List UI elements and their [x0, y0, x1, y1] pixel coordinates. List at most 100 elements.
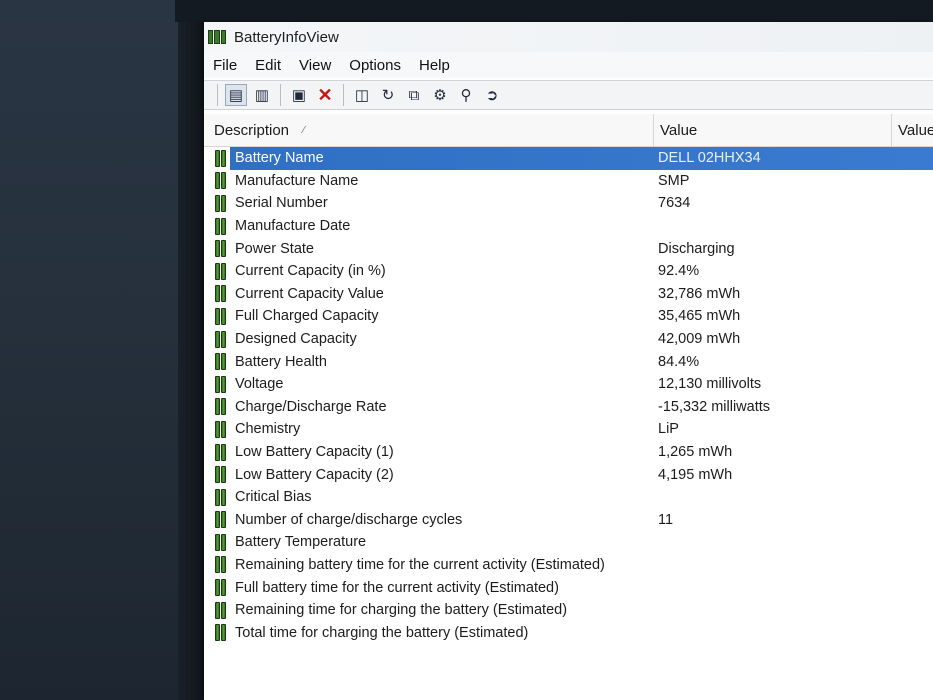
menu-view[interactable]: View	[290, 57, 340, 74]
column-value-label: Value	[660, 121, 698, 139]
row-description: Low Battery Capacity (1)	[235, 444, 394, 461]
row-value: 7634	[658, 195, 691, 212]
table-row[interactable]: Charge/Discharge Rate -15,332 milliwatts	[204, 396, 933, 419]
battery-icon	[215, 601, 226, 619]
row-value: 42,009 mWh	[658, 331, 741, 348]
row-value: 84.4%	[658, 353, 700, 370]
save-icon[interactable]: ◫	[351, 84, 373, 106]
rows-container: Battery Name DELL 02HHX34 Manufacture Name…	[204, 147, 933, 644]
battery-icon	[215, 330, 226, 348]
row-description: Chemistry	[235, 421, 301, 438]
table-row[interactable]: Chemistry LiP	[204, 418, 933, 441]
row-value: 4,195 mWh	[658, 466, 733, 483]
table-row[interactable]: Low Battery Capacity (2) 4,195 mWh	[204, 463, 933, 486]
row-description: Full battery time for the current activi…	[235, 579, 559, 596]
row-value: 12,130 millivolts	[658, 376, 762, 393]
battery-icon	[215, 353, 226, 371]
row-description: Battery Temperature	[235, 534, 367, 551]
delete-icon[interactable]: ✕	[314, 84, 336, 106]
table-row[interactable]: Full Charged Capacity 35,465 mWh	[204, 305, 933, 328]
battery-info-list[interactable]: Description ⁄ Value Value Battery Name DE…	[204, 114, 933, 700]
table-row[interactable]: Critical Bias	[204, 486, 933, 509]
battery-icon	[215, 194, 226, 212]
row-description: Current Capacity Value	[235, 285, 384, 302]
table-row[interactable]: Battery Health 84.4%	[204, 350, 933, 373]
column-value[interactable]: Value	[654, 114, 892, 146]
column-description[interactable]: Description ⁄	[208, 114, 654, 146]
window-title: BatteryInfoView	[234, 28, 339, 46]
row-value: SMP	[658, 172, 690, 189]
battery-icon	[215, 511, 226, 529]
sort-arrow-icon: ⁄	[303, 124, 305, 136]
table-row[interactable]: Designed Capacity 42,009 mWh	[204, 328, 933, 351]
options-icon[interactable]: ⚙	[429, 84, 451, 106]
table-row[interactable]: Remaining time for charging the battery …	[204, 599, 933, 622]
battery-icon	[215, 285, 226, 303]
row-description: Voltage	[235, 376, 284, 393]
row-description: Designed Capacity	[235, 331, 357, 348]
row-description: Power State	[235, 240, 314, 257]
toolbar-separator	[217, 84, 218, 106]
row-description: Critical Bias	[235, 489, 312, 506]
text-report-icon[interactable]: ▥	[251, 84, 273, 106]
title-bar[interactable]: BatteryInfoView	[204, 22, 933, 52]
menu-options[interactable]: Options	[340, 57, 410, 74]
table-row[interactable]: Power State Discharging	[204, 237, 933, 260]
battery-icon	[215, 466, 226, 484]
menu-bar: File Edit View Options Help	[204, 52, 933, 78]
row-value: LiP	[658, 421, 679, 438]
table-row[interactable]: Current Capacity Value 32,786 mWh	[204, 283, 933, 306]
battery-icon	[215, 579, 226, 597]
row-value: 92.4%	[658, 263, 700, 280]
table-row[interactable]: Remaining battery time for the current a…	[204, 554, 933, 577]
row-value: Discharging	[658, 240, 735, 257]
row-description: Total time for charging the battery (Est…	[235, 624, 529, 641]
html-report-icon[interactable]: ▤	[225, 84, 247, 106]
row-value: -15,332 milliwatts	[658, 398, 771, 415]
row-description: Serial Number	[235, 195, 328, 212]
battery-icon	[215, 217, 226, 235]
table-row[interactable]: Serial Number 7634	[204, 192, 933, 215]
row-value: DELL 02HHX34	[658, 150, 761, 167]
find-icon[interactable]: ⚲	[455, 84, 477, 106]
toolbar-separator	[280, 84, 281, 106]
table-row[interactable]: Battery Name DELL 02HHX34	[204, 147, 933, 170]
table-row[interactable]: Battery Temperature	[204, 531, 933, 554]
table-row[interactable]: Manufacture Name SMP	[204, 170, 933, 193]
table-row[interactable]: Low Battery Capacity (1) 1,265 mWh	[204, 441, 933, 464]
refresh-icon[interactable]: ↻	[377, 84, 399, 106]
table-row[interactable]: Manufacture Date	[204, 215, 933, 238]
row-description: Battery Name	[235, 150, 324, 167]
column-description-label: Description	[214, 121, 290, 139]
column-value-2-label: Value	[898, 121, 933, 139]
menu-help[interactable]: Help	[410, 57, 459, 74]
menu-edit[interactable]: Edit	[246, 57, 290, 74]
row-description: Low Battery Capacity (2)	[235, 466, 394, 483]
row-description: Number of charge/discharge cycles	[235, 511, 463, 528]
column-value-2[interactable]: Value	[892, 114, 933, 146]
row-value: 35,465 mWh	[658, 308, 741, 325]
toolbar: ▤ ▥ ▣ ✕ ◫ ↻ ⧉ ⚙ ⚲ ➲	[204, 80, 933, 110]
row-description: Battery Health	[235, 353, 327, 370]
battery-icon	[215, 488, 226, 506]
menu-file[interactable]: File	[204, 57, 246, 74]
row-value: 32,786 mWh	[658, 285, 741, 302]
row-description: Current Capacity (in %)	[235, 263, 386, 280]
table-row[interactable]: Number of charge/discharge cycles 11	[204, 509, 933, 532]
app-window: BatteryInfoView File Edit View Options H…	[204, 22, 933, 700]
battery-app-icon	[208, 30, 226, 44]
table-row[interactable]: Total time for charging the battery (Est…	[204, 621, 933, 644]
table-row[interactable]: Current Capacity (in %) 92.4%	[204, 260, 933, 283]
table-row[interactable]: Voltage 12,130 millivolts	[204, 373, 933, 396]
row-description: Manufacture Date	[235, 218, 351, 235]
properties-icon[interactable]: ▣	[288, 84, 310, 106]
battery-icon	[215, 262, 226, 280]
battery-icon	[215, 307, 226, 325]
toolbar-separator	[343, 84, 344, 106]
column-header: Description ⁄ Value Value	[204, 114, 933, 147]
battery-icon	[215, 398, 226, 416]
table-row[interactable]: Full battery time for the current activi…	[204, 576, 933, 599]
exit-icon[interactable]: ➲	[481, 84, 503, 106]
battery-icon	[215, 443, 226, 461]
copy-icon[interactable]: ⧉	[403, 84, 425, 106]
